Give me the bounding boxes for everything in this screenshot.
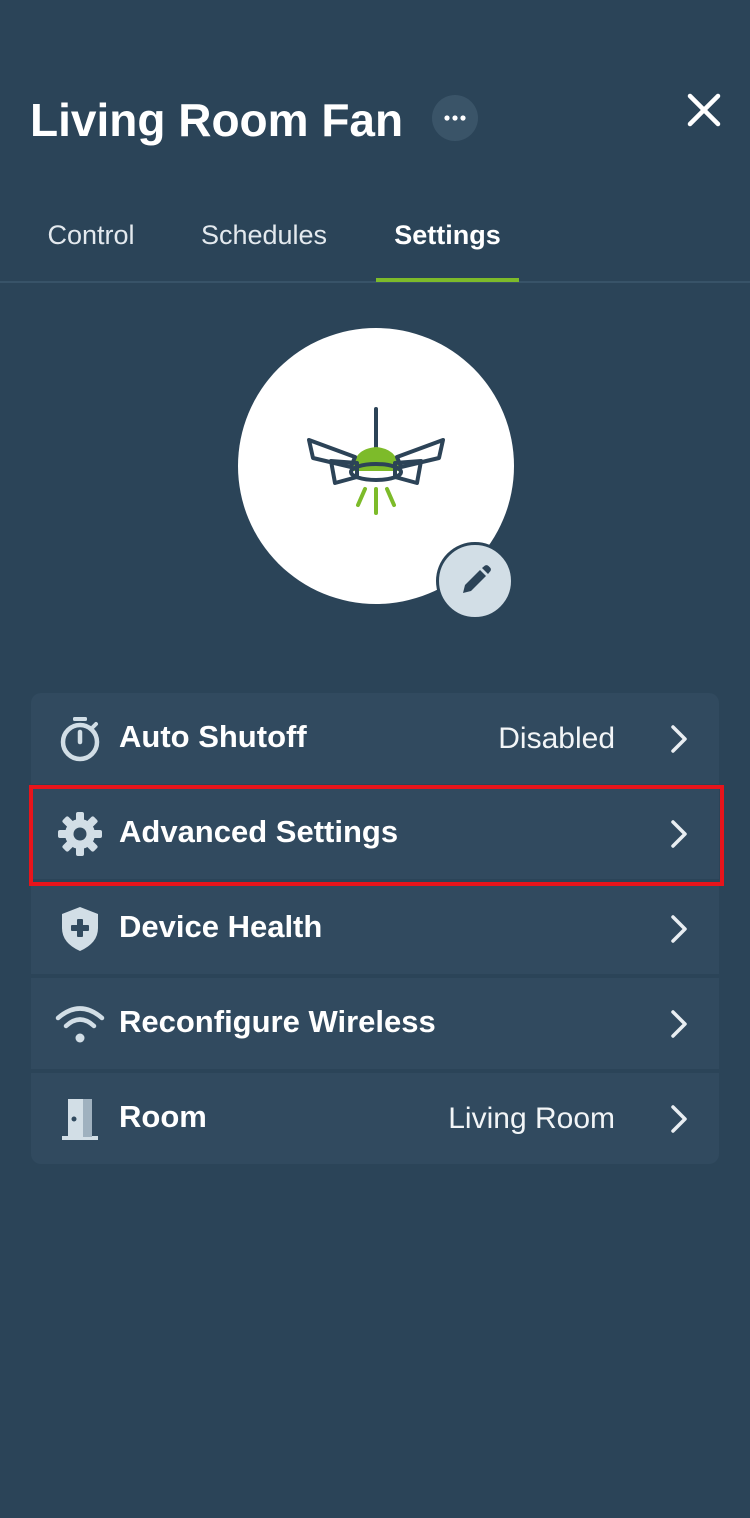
active-tab-indicator [376, 278, 519, 282]
list-item-auto-shutoff[interactable]: Auto Shutoff Disabled [31, 693, 719, 784]
list-item-value: Disabled [498, 721, 615, 755]
close-icon [687, 93, 721, 127]
tab-control[interactable]: Control [30, 190, 152, 281]
ceiling-fan-light-icon [307, 407, 445, 515]
more-horizontal-icon [444, 115, 466, 121]
tab-schedules[interactable]: Schedules [182, 190, 346, 281]
pencil-icon [463, 565, 491, 593]
shield-plus-icon [55, 904, 105, 954]
chevron-right-icon [665, 1101, 693, 1137]
chevron-right-icon [665, 1006, 693, 1042]
header: Living Room Fan [0, 0, 750, 180]
list-item-label: Auto Shutoff [119, 718, 307, 754]
more-options-button[interactable] [432, 95, 478, 141]
edit-image-button[interactable] [436, 542, 514, 620]
list-item-room[interactable]: Room Living Room [31, 1073, 719, 1164]
page-title: Living Room Fan [30, 94, 404, 146]
tab-bar: Control Schedules Settings [0, 190, 750, 283]
tab-settings[interactable]: Settings [376, 190, 519, 281]
list-item-label: Advanced Settings [119, 813, 399, 849]
timer-icon [55, 714, 105, 764]
list-item-label: Reconfigure Wireless [119, 1003, 436, 1039]
wifi-icon [55, 999, 105, 1049]
list-item-label: Room [119, 1098, 207, 1134]
list-item-device-health[interactable]: Device Health [31, 883, 719, 974]
list-item-reconfigure-wireless[interactable]: Reconfigure Wireless [31, 978, 719, 1069]
chevron-right-icon [665, 816, 693, 852]
chevron-right-icon [665, 911, 693, 947]
close-button[interactable] [682, 88, 726, 132]
door-icon [55, 1094, 105, 1144]
chevron-right-icon [665, 721, 693, 757]
settings-list: Auto Shutoff Disabled Advanced Settings … [31, 693, 719, 1164]
list-item-value: Living Room [448, 1101, 615, 1135]
list-item-advanced-settings[interactable]: Advanced Settings [31, 788, 719, 879]
list-item-label: Device Health [119, 908, 323, 944]
gear-icon [55, 809, 105, 859]
